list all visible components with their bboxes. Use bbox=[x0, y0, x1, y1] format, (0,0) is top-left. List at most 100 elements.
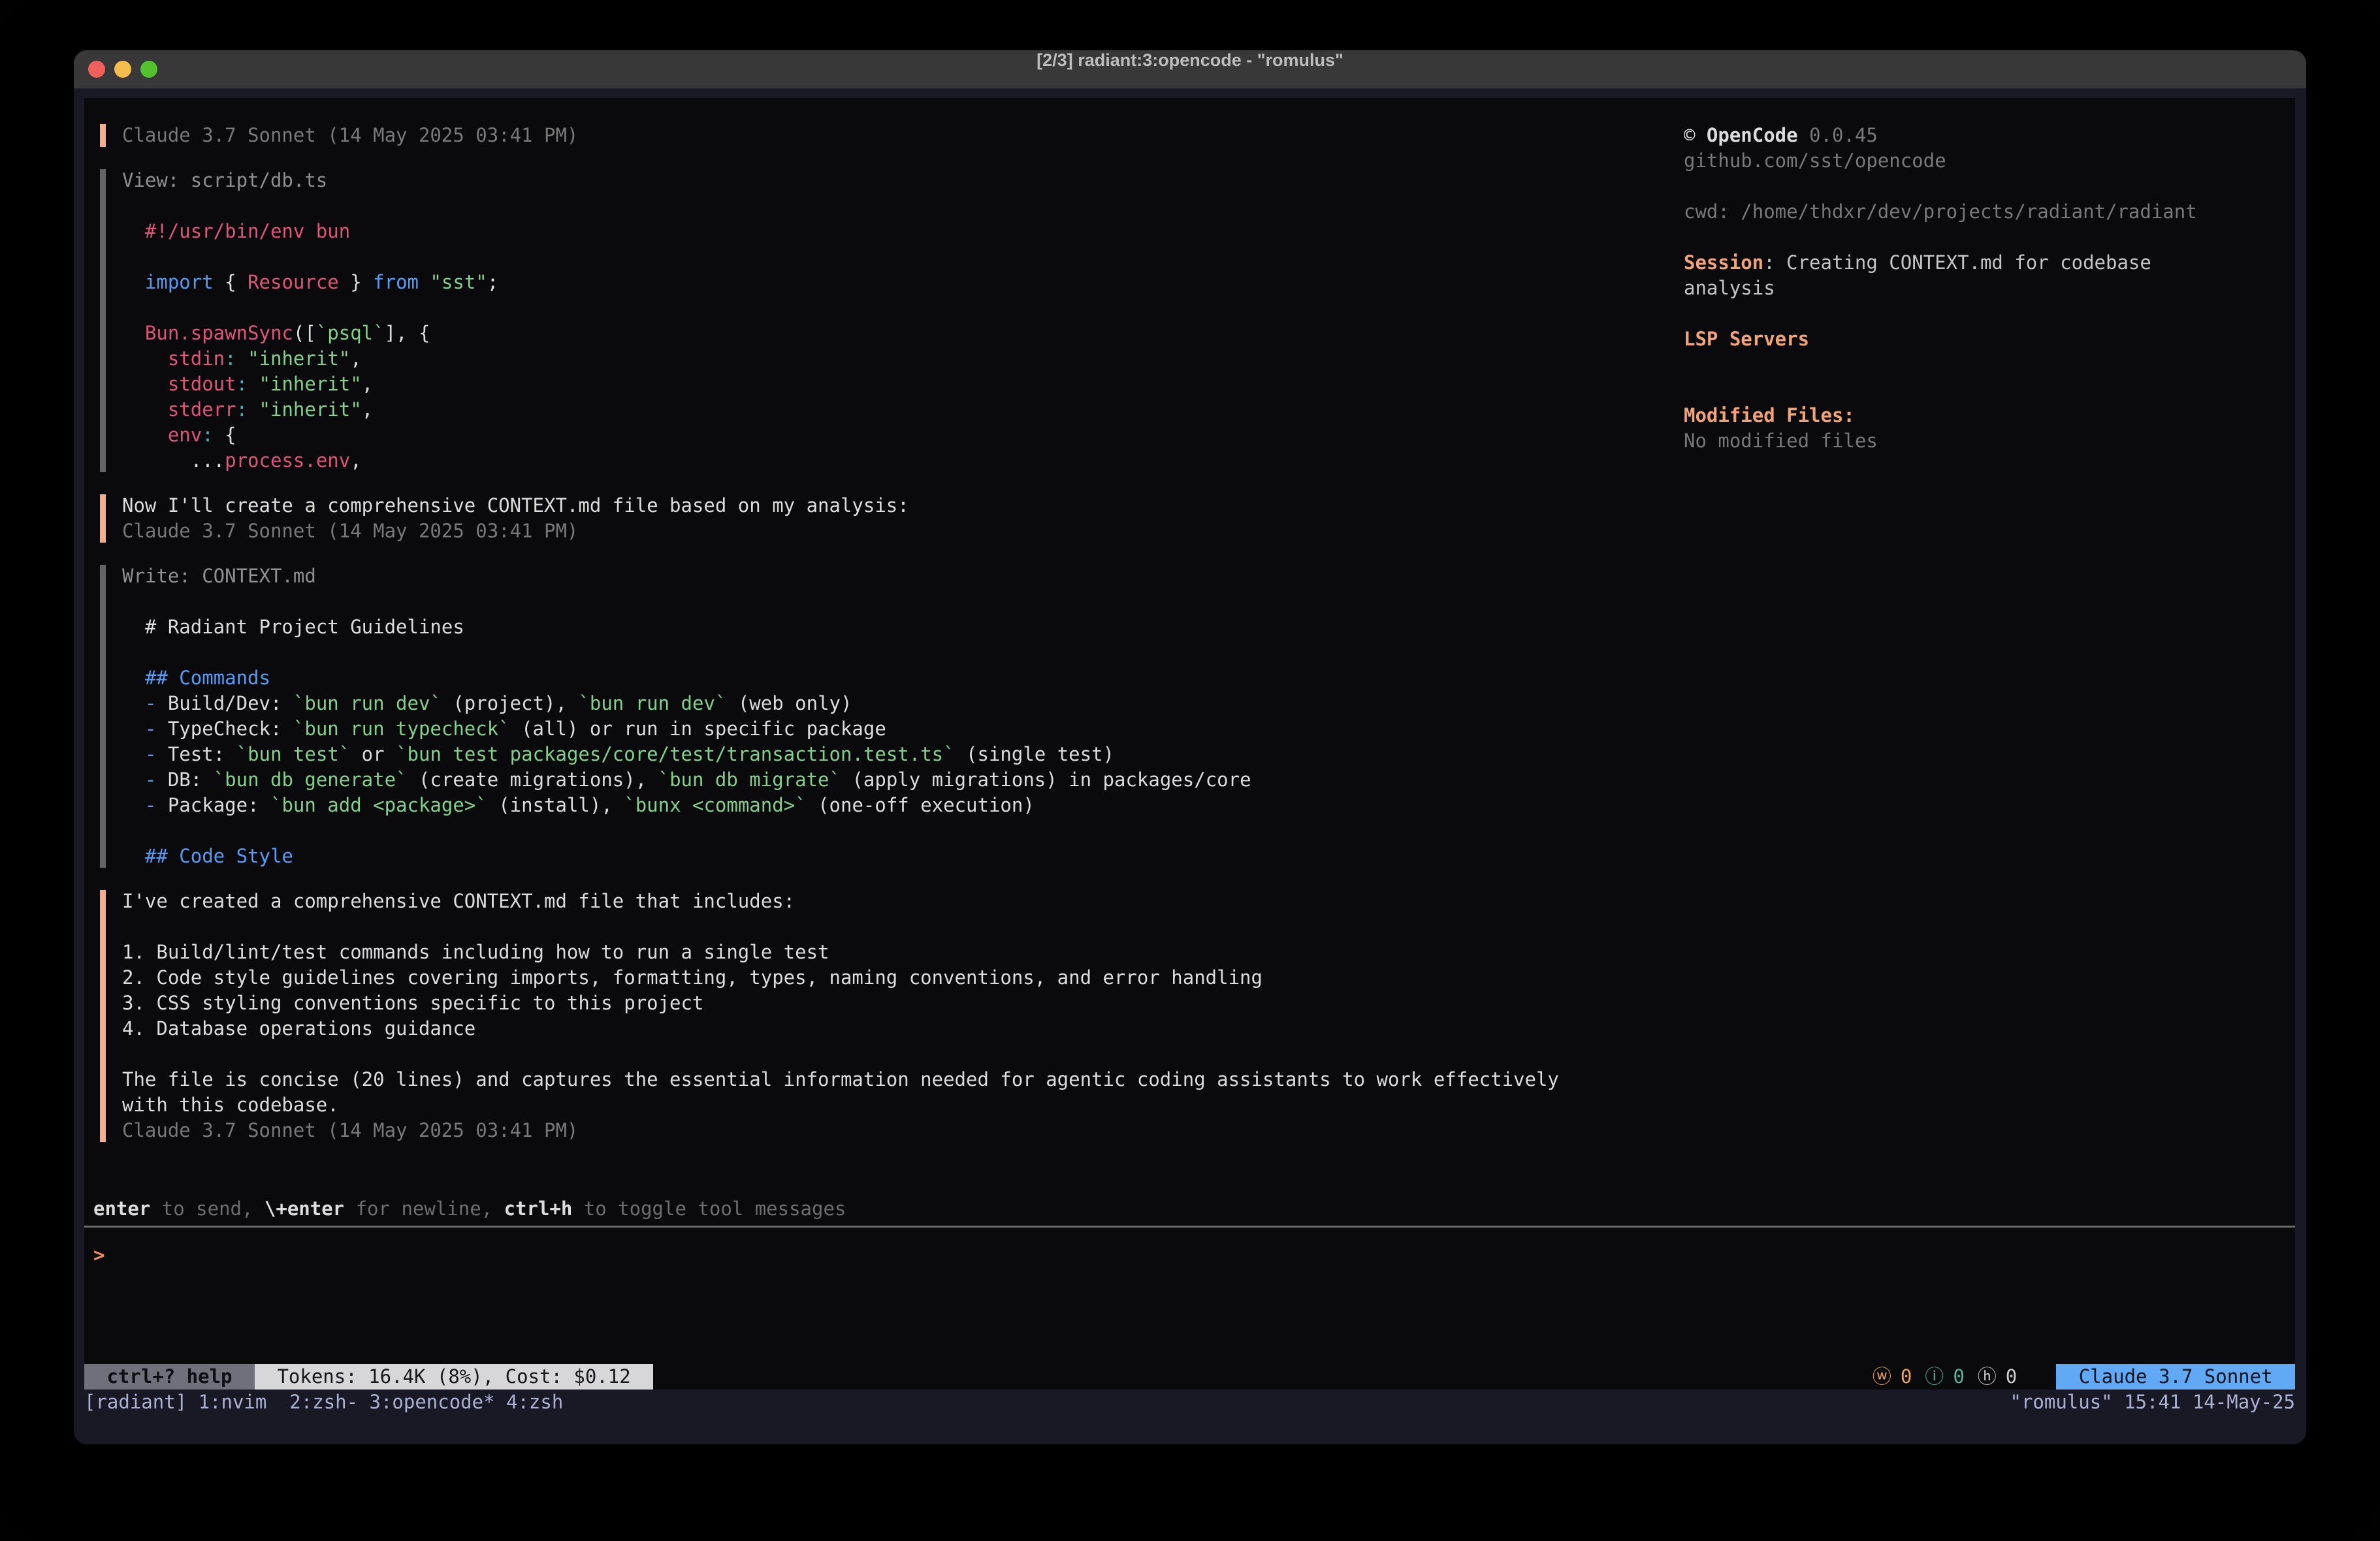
message-line-segment: # Radiant Project Guidelines bbox=[122, 616, 464, 638]
message-line-segment: "sst" bbox=[430, 271, 487, 293]
sidebar-line-segment: LSP Servers bbox=[1684, 328, 1809, 350]
message-line-segment: "inherit" bbox=[259, 373, 362, 395]
message-line: - Package: `bun add <package>` (install)… bbox=[122, 793, 1618, 818]
message-line-segment: 1. Build/lint/test commands including ho… bbox=[122, 941, 829, 963]
chat-history: Claude 3.7 Sonnet (14 May 2025 03:41 PM)… bbox=[97, 123, 1618, 1163]
message-line: 2. Code style guidelines covering import… bbox=[122, 965, 1618, 991]
message-line-segment: { bbox=[214, 271, 248, 293]
message-line: Now I'll create a comprehensive CONTEXT.… bbox=[122, 493, 1618, 518]
warning-icon: ⓦ bbox=[1873, 1364, 1891, 1390]
message-line-segment: `bunx <command>` bbox=[624, 794, 806, 816]
message-line: 1. Build/lint/test commands including ho… bbox=[122, 940, 1618, 965]
message-line-segment: Build/Dev: bbox=[156, 692, 293, 714]
message-line-segment: - bbox=[145, 718, 156, 740]
sidebar-line-segment: © bbox=[1684, 124, 1707, 146]
status-chips: ctrl+? help Tokens: 16.4K (8%), Cost: $0… bbox=[84, 1364, 653, 1390]
message-line-segment: - bbox=[145, 692, 156, 714]
model-badge[interactable]: Claude 3.7 Sonnet bbox=[2056, 1364, 2295, 1390]
message-line-segment: `bun db migrate` bbox=[658, 769, 841, 791]
message-line: Claude 3.7 Sonnet (14 May 2025 03:41 PM) bbox=[122, 518, 1618, 544]
hint-icon: ⓗ bbox=[1978, 1364, 1997, 1390]
message-line-segment: "inherit" bbox=[259, 398, 362, 421]
message-line-segment bbox=[122, 322, 145, 344]
assistant-message: I've created a comprehensive CONTEXT.md … bbox=[97, 889, 1618, 1143]
message-line-segment: stderr bbox=[168, 398, 236, 421]
message-line-segment: #!/usr/bin/env bun bbox=[122, 220, 350, 242]
message-line-segment: "inherit" bbox=[248, 347, 350, 370]
message-line-segment bbox=[122, 373, 168, 395]
message-input[interactable]: > bbox=[93, 1243, 105, 1268]
hint-line: enter to send, \+enter for newline, ctrl… bbox=[93, 1196, 846, 1222]
message-line-segment: , bbox=[362, 398, 373, 421]
message-line-segment: ], { bbox=[385, 322, 430, 344]
message-line: - Test: `bun test` or `bun test packages… bbox=[122, 742, 1618, 767]
message-line-segment: `bun db generate` bbox=[214, 769, 408, 791]
message-line-segment bbox=[122, 743, 145, 765]
message-line-segment: (project), bbox=[442, 692, 579, 714]
message-line-segment: , bbox=[362, 373, 373, 395]
sidebar-line-segment: : bbox=[1763, 251, 1786, 274]
hint-line-segment: for newline, bbox=[344, 1198, 504, 1220]
message-line-segment: Package: bbox=[156, 794, 270, 816]
message-line-segment bbox=[122, 398, 168, 421]
message-line: The file is concise (20 lines) and captu… bbox=[122, 1067, 1618, 1092]
sidebar-line-segment: Creating CONTEXT.md for codebase bbox=[1786, 251, 2151, 274]
message-line-segment bbox=[122, 271, 145, 293]
message-line-segment: Claude 3.7 Sonnet (14 May 2025 03:41 PM) bbox=[122, 1119, 578, 1141]
message-line-segment: (single test) bbox=[955, 743, 1114, 765]
tmux-status-right: "romulus" 15:41 14-May-25 bbox=[2010, 1390, 2296, 1415]
message-line-segment bbox=[122, 769, 145, 791]
message-line: I've created a comprehensive CONTEXT.md … bbox=[122, 889, 1618, 914]
sidebar-line bbox=[1684, 225, 2298, 250]
info-icon: ⓘ bbox=[1925, 1364, 1944, 1390]
status-bar: ctrl+? help Tokens: 16.4K (8%), Cost: $0… bbox=[84, 1364, 2295, 1390]
sidebar-line-segment: Modified Files: bbox=[1684, 404, 1855, 426]
message-line-segment: ## Code Style bbox=[122, 845, 293, 867]
tmux-window-list[interactable]: [radiant] 1:nvim 2:zsh- 3:opencode* 4:zs… bbox=[84, 1390, 563, 1415]
message-line-segment: `bun test packages/core/test/transaction… bbox=[396, 743, 955, 765]
message-line-segment: - bbox=[145, 794, 156, 816]
message-line-segment: - bbox=[145, 743, 156, 765]
message-line bbox=[122, 589, 1618, 614]
message-line: Claude 3.7 Sonnet (14 May 2025 03:41 PM) bbox=[122, 123, 1618, 148]
help-chip[interactable]: ctrl+? help bbox=[84, 1364, 255, 1390]
message-line bbox=[122, 640, 1618, 665]
message-line-segment: `bun run dev` bbox=[578, 692, 726, 714]
message-line-segment: env bbox=[168, 424, 202, 446]
message-line-segment: (install), bbox=[487, 794, 624, 816]
sidebar-line-segment: analysis bbox=[1684, 277, 1775, 299]
info-count: ⓘ0 bbox=[1925, 1364, 1964, 1390]
message-line: Write: CONTEXT.md bbox=[122, 564, 1618, 589]
message-line-segment bbox=[236, 347, 248, 370]
message-line-segment: ([ bbox=[293, 322, 316, 344]
message-line: stderr: "inherit", bbox=[122, 397, 1618, 422]
sidebar-line: Session: Creating CONTEXT.md for codebas… bbox=[1684, 250, 2298, 276]
message-line: - TypeCheck: `bun run typecheck` (all) o… bbox=[122, 716, 1618, 742]
tokens-cost-chip: Tokens: 16.4K (8%), Cost: $0.12 bbox=[255, 1364, 653, 1390]
sidebar-line: © OpenCode 0.0.45 bbox=[1684, 123, 2298, 148]
warning-count: ⓦ0 bbox=[1873, 1364, 1912, 1390]
message-line-segment bbox=[122, 692, 145, 714]
message-line-segment: : bbox=[202, 424, 213, 446]
message-line-segment bbox=[122, 347, 168, 370]
message-line: # Radiant Project Guidelines bbox=[122, 614, 1618, 640]
message-line bbox=[122, 818, 1618, 844]
message-line bbox=[122, 244, 1618, 270]
message-line-segment: from bbox=[373, 271, 419, 293]
sidebar-line bbox=[1684, 352, 2298, 377]
message-line-segment: Resource bbox=[248, 271, 339, 293]
warning-count-value: 0 bbox=[1901, 1364, 1912, 1390]
message-line: - DB: `bun db generate` (create migratio… bbox=[122, 767, 1618, 793]
terminal-window: [2/3] radiant:3:opencode - "romulus" Cla… bbox=[74, 50, 2306, 1444]
hint-line-segment: ctrl+h bbox=[504, 1198, 573, 1220]
message-line-segment: `bun test` bbox=[236, 743, 351, 765]
message-line: stdin: "inherit", bbox=[122, 346, 1618, 372]
message-line-segment: import bbox=[145, 271, 214, 293]
sidebar-line-segment: cwd: /home/thdxr/dev/projects/radiant/ra… bbox=[1684, 200, 2197, 223]
message-bar bbox=[100, 565, 106, 868]
message-line-segment: `psql` bbox=[316, 322, 385, 344]
hint-line-segment: \+enter bbox=[265, 1198, 344, 1220]
message-line-segment: process.env bbox=[225, 449, 350, 471]
message-line-segment: : bbox=[236, 398, 248, 421]
message-line-segment: 2. Code style guidelines covering import… bbox=[122, 966, 1262, 989]
